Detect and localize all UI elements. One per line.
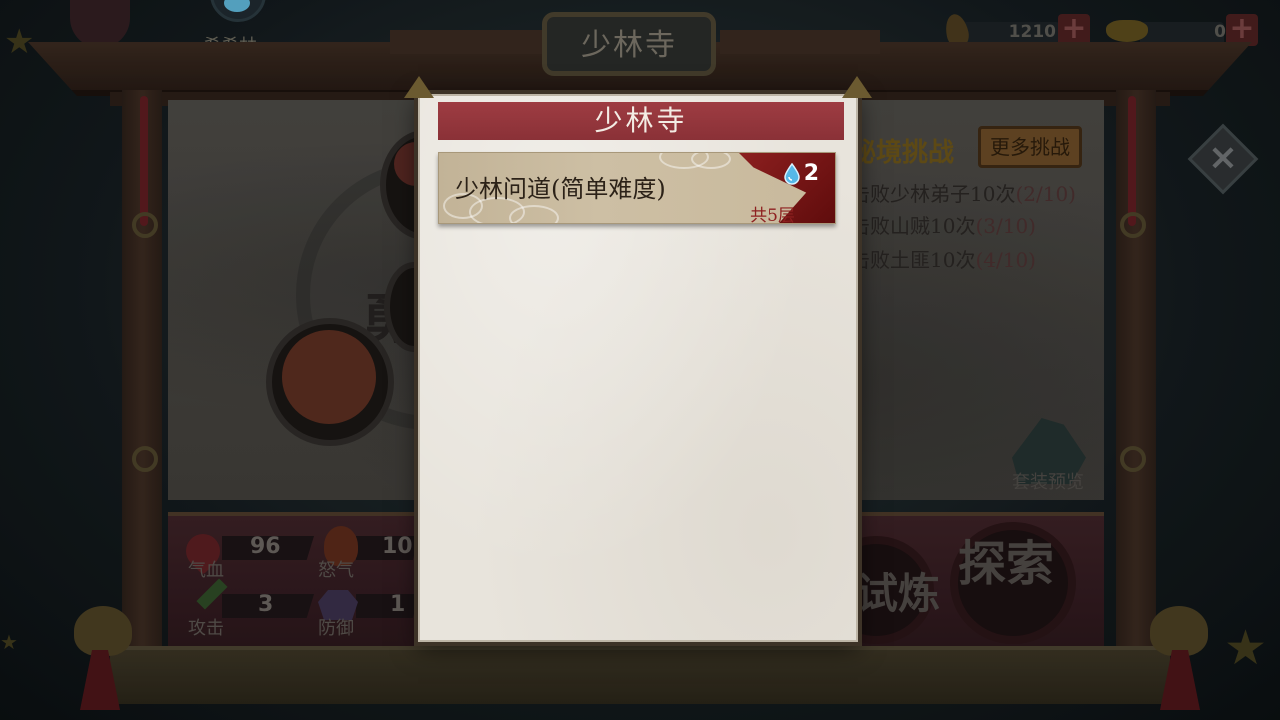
- stage-select-modal: 少林寺 少林问道(简单难度) 共5层 2: [404, 76, 872, 642]
- cloud-deco: [691, 153, 731, 169]
- stage-card[interactable]: 少林问道(简单难度) 共5层 2: [438, 152, 836, 224]
- cloud-deco: [509, 205, 559, 223]
- stage-cost: 2: [803, 161, 819, 186]
- stage-floor-count: 共5层: [750, 206, 795, 224]
- stage-name: 少林问道(简单难度): [455, 175, 666, 203]
- water-drop-icon: [784, 163, 800, 185]
- modal-title: 少林寺: [594, 104, 688, 137]
